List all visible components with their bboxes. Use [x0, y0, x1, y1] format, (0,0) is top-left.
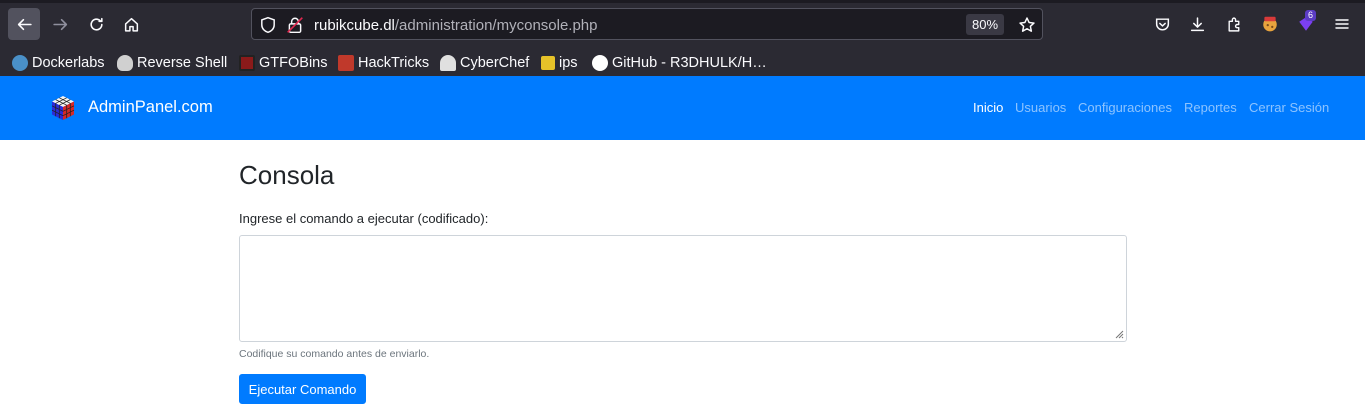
nav-link-inicio[interactable]: Inicio [973, 100, 1003, 115]
ips-icon [541, 56, 555, 70]
bookmark-dockerlabs[interactable]: Dockerlabs [12, 52, 105, 74]
extension-badge-count: 6 [1305, 10, 1317, 21]
reload-button[interactable] [80, 8, 112, 40]
hamburger-menu-icon [1335, 19, 1349, 29]
bookmark-label: HackTricks [358, 55, 430, 71]
url-text[interactable]: rubikcube.dl/administration/myconsole.ph… [314, 17, 598, 34]
bookmark-label: GitHub - R3DHULK/H… [612, 55, 767, 71]
pocket-button[interactable] [1152, 14, 1172, 34]
nav-link-usuarios[interactable]: Usuarios [1015, 100, 1066, 115]
chef-hat-icon [440, 55, 456, 71]
bookmark-github[interactable]: GitHub - R3DHULK/H… [592, 52, 767, 74]
url-path: /administration/myconsole.php [394, 17, 598, 34]
resize-grip-icon[interactable] [1115, 330, 1124, 339]
arrow-right-icon [52, 18, 67, 30]
site-navbar: AdminPanel.com Inicio Usuarios Configura… [0, 76, 1365, 140]
nav-link-reportes[interactable]: Reportes [1184, 100, 1237, 115]
execute-command-button[interactable]: Ejecutar Comando [239, 374, 366, 404]
home-icon [124, 17, 138, 32]
nav-link-cerrar-sesion[interactable]: Cerrar Sesión [1249, 100, 1329, 115]
back-button[interactable] [8, 8, 40, 40]
shield-icon[interactable] [259, 16, 277, 34]
arrow-left-icon [17, 18, 32, 30]
bookmark-label: GTFOBins [259, 55, 328, 71]
forward-button[interactable] [44, 8, 76, 40]
tab-strip-edge [0, 0, 1365, 3]
hacktricks-icon [338, 55, 354, 71]
insecure-lock-icon[interactable] [286, 16, 304, 34]
download-icon [1190, 16, 1204, 31]
bookmarks-bar: Dockerlabs Reverse Shell GTFOBins HackTr… [0, 48, 1365, 76]
bookmark-cyberchef[interactable]: CyberChef [440, 52, 529, 74]
rubiks-cube-logo-icon[interactable] [50, 95, 76, 121]
browser-toolbar: rubikcube.dl/administration/myconsole.ph… [0, 0, 1365, 48]
bookmark-reverse-shell[interactable]: Reverse Shell [117, 52, 227, 74]
bookmark-hacktricks[interactable]: HackTricks [338, 52, 429, 74]
menu-button[interactable] [1332, 14, 1352, 34]
gtfobins-icon [239, 55, 255, 71]
star-icon[interactable] [1018, 16, 1036, 34]
bookmark-ips[interactable]: ips [541, 52, 578, 74]
help-text: Codifique su comando antes de enviarlo. [239, 348, 430, 360]
skull-icon [117, 55, 133, 71]
bookmark-label: ips [559, 55, 578, 71]
reload-icon [89, 17, 103, 31]
home-button[interactable] [115, 8, 147, 40]
page-title: Consola [239, 160, 335, 190]
downloads-button[interactable] [1187, 14, 1207, 34]
bookmark-label: CyberChef [460, 55, 530, 71]
github-icon [592, 55, 608, 71]
dockerlabs-icon [12, 55, 28, 71]
url-host: rubikcube.dl [314, 17, 395, 34]
puzzle-icon [1227, 17, 1239, 32]
bookmark-label: Reverse Shell [137, 55, 228, 71]
command-label: Ingrese el comando a ejecutar (codificad… [239, 211, 489, 226]
bookmark-gtfobins[interactable]: GTFOBins [239, 52, 327, 74]
extension-cookie-button[interactable] [1260, 14, 1280, 34]
navbar-brand[interactable]: AdminPanel.com [88, 98, 213, 117]
command-textarea[interactable] [239, 235, 1127, 342]
bookmark-label: Dockerlabs [32, 55, 105, 71]
extension-badge-button[interactable]: 6 [1296, 10, 1317, 34]
cookie-extension-icon [1263, 16, 1277, 32]
nav-link-configuraciones[interactable]: Configuraciones [1078, 100, 1172, 115]
zoom-indicator[interactable]: 80% [966, 14, 1005, 35]
extensions-button[interactable] [1224, 14, 1244, 34]
url-bar[interactable]: rubikcube.dl/administration/myconsole.ph… [251, 8, 1043, 40]
pocket-icon [1155, 17, 1169, 31]
